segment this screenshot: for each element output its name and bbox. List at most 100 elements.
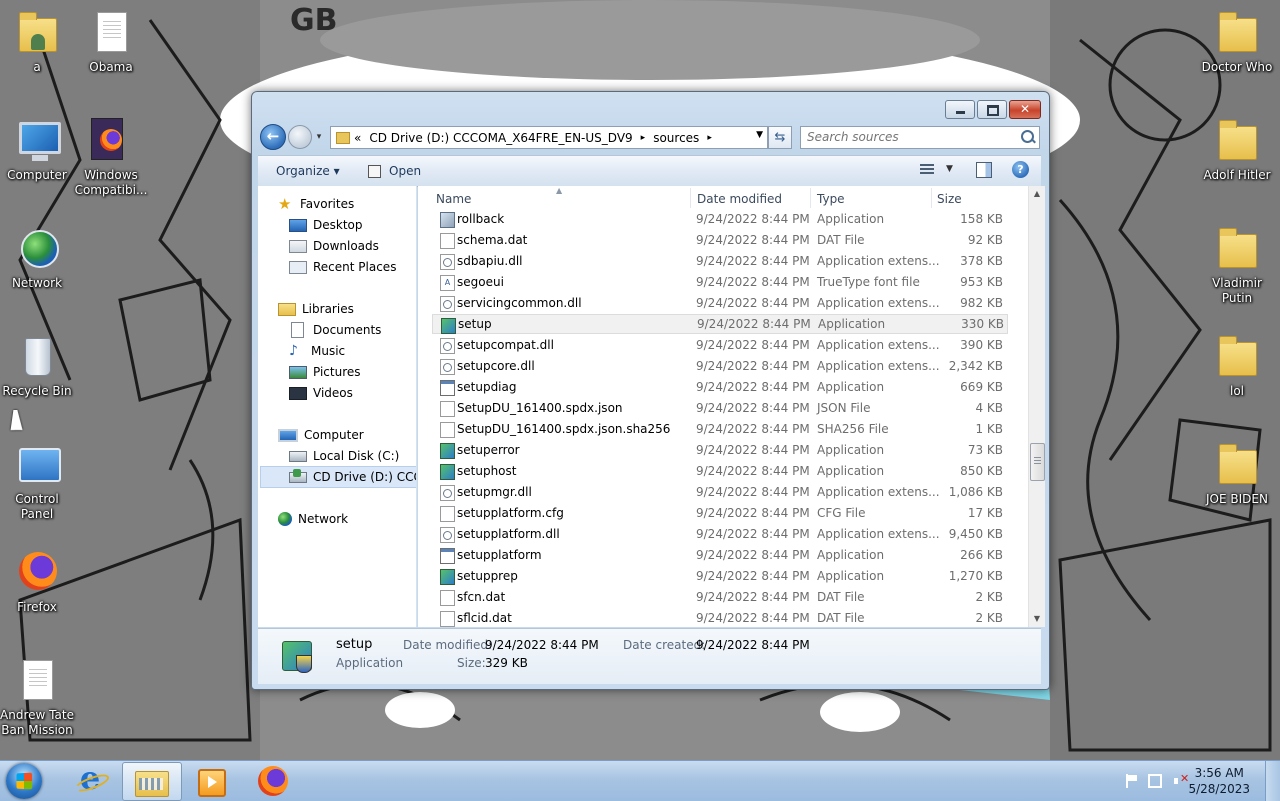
open-button[interactable]: Open xyxy=(368,164,421,178)
scroll-down-arrow-icon[interactable]: ▼ xyxy=(1029,611,1045,627)
file-row[interactable]: Asegoeui 9/24/2022 8:44 PM TrueType font f… xyxy=(432,272,1006,292)
desktop-icon-adolf-hitler[interactable]: Adolf Hitler xyxy=(1198,116,1276,183)
desktop-icon-joe-biden[interactable]: JOE BIDEN xyxy=(1198,440,1276,507)
column-divider[interactable] xyxy=(690,188,691,208)
maximize-button[interactable] xyxy=(977,100,1007,119)
search-box[interactable] xyxy=(800,126,1040,149)
nav-network[interactable]: Network xyxy=(278,509,348,529)
file-row[interactable]: setupplatform.cfg 9/24/2022 8:44 PM CFG Fi… xyxy=(432,503,1006,523)
address-separator[interactable]: ▸ xyxy=(641,133,646,143)
file-row[interactable]: sfcn.dat 9/24/2022 8:44 PM DAT File 2 KB xyxy=(432,587,1006,607)
file-row[interactable]: setupplatform 9/24/2022 8:44 PM Applicatio… xyxy=(432,545,1006,565)
minimize-button[interactable] xyxy=(945,100,975,119)
desktop-icon-windows-compatibility[interactable]: Windows Compatibi... xyxy=(72,116,150,198)
close-button[interactable] xyxy=(1009,100,1041,119)
column-divider[interactable] xyxy=(931,188,932,208)
action-center-flag-icon[interactable] xyxy=(1124,774,1138,788)
desktop-icon-obama[interactable]: Obama xyxy=(72,8,150,75)
forward-arrow-icon[interactable] xyxy=(288,125,312,149)
back-arrow-icon[interactable] xyxy=(260,124,286,150)
help-icon[interactable]: ? xyxy=(1012,161,1029,178)
file-type: Application extens... xyxy=(817,485,940,499)
clock-date: 5/28/2023 xyxy=(1188,782,1250,796)
volume-muted-icon[interactable] xyxy=(1174,772,1189,788)
nav-cd-drive[interactable]: CD Drive (D:) CCCOMA_X64FRE_EN-US_DV9 xyxy=(260,466,416,488)
desktop-icon-andrew-tate-ban-mission[interactable]: Andrew Tate Ban Mission xyxy=(0,656,76,738)
address-dropdown-chevron-icon[interactable]: ▼ xyxy=(756,130,763,140)
nav-computer[interactable]: Computer xyxy=(278,425,364,445)
recent-pages-chevron-icon[interactable]: ▾ xyxy=(313,131,325,143)
scrollbar-thumb[interactable] xyxy=(1030,443,1045,481)
clock-time: 3:56 AM xyxy=(1194,766,1244,780)
nav-videos[interactable]: Videos xyxy=(289,383,353,403)
desktop-icon-lol[interactable]: lol xyxy=(1198,332,1276,399)
show-desktop-button[interactable] xyxy=(1265,761,1280,801)
file-row[interactable]: SetupDU_161400.spdx.json.sha256 9/24/2022… xyxy=(432,419,1006,439)
desktop-icon-firefox[interactable]: Firefox xyxy=(0,548,76,615)
column-header-size[interactable]: Size xyxy=(937,190,962,208)
file-row[interactable]: setupprep 9/24/2022 8:44 PM Application 1,2… xyxy=(432,566,1006,586)
address-segment-sources[interactable]: sources xyxy=(653,131,699,145)
file-row[interactable]: schema.dat 9/24/2022 8:44 PM DAT File 92 KB xyxy=(432,230,1006,250)
nav-local-disk[interactable]: Local Disk (C:) xyxy=(289,446,399,466)
nav-desktop[interactable]: Desktop xyxy=(289,215,363,235)
desktop-icon-doctor-who[interactable]: Doctor Who xyxy=(1198,8,1276,75)
file-row[interactable]: setupcore.dll 9/24/2022 8:44 PM Applicatio… xyxy=(432,356,1006,376)
file-row[interactable]: rollback 9/24/2022 8:44 PM Application 158 … xyxy=(432,209,1006,229)
column-divider[interactable] xyxy=(810,188,811,208)
file-row[interactable]: setupcompat.dll 9/24/2022 8:44 PM Applicat… xyxy=(432,335,1006,355)
address-separator[interactable]: ▸ xyxy=(707,133,712,143)
file-row[interactable]: setupdiag 9/24/2022 8:44 PM Application 669… xyxy=(432,377,1006,397)
green-file-icon xyxy=(440,569,455,585)
desktop-icon-computer[interactable]: Computer xyxy=(0,116,76,183)
address-segment-cd-drive[interactable]: CD Drive (D:) CCCOMA_X64FRE_EN-US_DV9 xyxy=(369,131,632,145)
file-row[interactable]: setuperror 9/24/2022 8:44 PM Application 73… xyxy=(432,440,1006,460)
refresh-button[interactable]: ⇆ xyxy=(768,126,792,149)
file-row[interactable]: setupplatform.dll 9/24/2022 8:44 PM Applic… xyxy=(432,524,1006,544)
desktop-icon-network[interactable]: Network xyxy=(0,224,76,291)
file-row[interactable]: setup 9/24/2022 8:44 PM Application 330 KB xyxy=(432,314,1008,334)
desktop-icon-a[interactable]: a xyxy=(0,8,76,75)
nav-music[interactable]: ♪ Music xyxy=(289,341,345,361)
address-bar[interactable]: « CD Drive (D:) CCCOMA_X64FRE_EN-US_DV9 … xyxy=(330,126,768,149)
taskbar-windows-explorer[interactable] xyxy=(122,762,182,801)
file-row[interactable]: servicingcommon.dll 9/24/2022 8:44 PM Appl… xyxy=(432,293,1006,313)
scroll-up-arrow-icon[interactable]: ▲ xyxy=(1029,186,1045,202)
file-row[interactable]: setuphost 9/24/2022 8:44 PM Application 850… xyxy=(432,461,1006,481)
file-size: 390 KB xyxy=(960,338,1003,352)
taskbar-firefox[interactable] xyxy=(244,762,302,799)
file-date-modified: 9/24/2022 8:44 PM xyxy=(696,380,810,394)
desktop-icon-control-panel[interactable]: Control Panel xyxy=(0,440,76,522)
column-header-type[interactable]: Type xyxy=(817,190,845,208)
organize-button[interactable]: Organize ▾ xyxy=(276,164,340,178)
desktop-icon-vladimir-putin[interactable]: Vladimir Putin xyxy=(1198,224,1276,306)
file-row[interactable]: sflcid.dat 9/24/2022 8:44 PM DAT File 2 KB xyxy=(432,608,1006,627)
view-options-chevron-icon[interactable]: ▼ xyxy=(946,164,953,174)
vertical-scrollbar[interactable]: ▲ ▼ xyxy=(1028,186,1045,627)
clock[interactable]: 3:56 AM 5/28/2023 xyxy=(1188,765,1250,797)
desktop-icon-label: Windows Compatibi... xyxy=(74,168,148,197)
file-row[interactable]: setupmgr.dll 9/24/2022 8:44 PM Application… xyxy=(432,482,1006,502)
nav-documents[interactable]: Documents xyxy=(289,320,381,340)
taskbar-media-player[interactable] xyxy=(182,762,240,799)
taskbar-internet-explorer[interactable] xyxy=(62,759,120,799)
search-icon[interactable] xyxy=(1021,130,1034,143)
search-input[interactable] xyxy=(801,127,1017,146)
nav-downloads[interactable]: Downloads xyxy=(289,236,379,256)
nav-recent-places[interactable]: Recent Places xyxy=(289,257,396,277)
nav-libraries[interactable]: Libraries xyxy=(278,299,354,319)
column-header-name[interactable]: Name xyxy=(436,190,471,208)
desktop-icon-recycle-bin[interactable]: Recycle Bin xyxy=(0,332,76,399)
nav-favorites[interactable]: ★ Favorites xyxy=(278,194,354,214)
file-date-modified: 9/24/2022 8:44 PM xyxy=(696,548,810,562)
file-row[interactable]: sdbapiu.dll 9/24/2022 8:44 PM Application … xyxy=(432,251,1006,271)
preview-pane-icon[interactable] xyxy=(976,162,992,178)
nav-pictures[interactable]: Pictures xyxy=(289,362,361,382)
file-row[interactable]: SetupDU_161400.spdx.json 9/24/2022 8:44 P… xyxy=(432,398,1006,418)
network-status-icon[interactable] xyxy=(1148,774,1162,788)
column-header-date-modified[interactable]: Date modified xyxy=(697,190,782,208)
start-button[interactable] xyxy=(6,763,42,799)
address-overflow[interactable]: « xyxy=(354,131,361,145)
change-view-icon[interactable] xyxy=(920,164,934,176)
dll-file-icon xyxy=(440,254,455,270)
